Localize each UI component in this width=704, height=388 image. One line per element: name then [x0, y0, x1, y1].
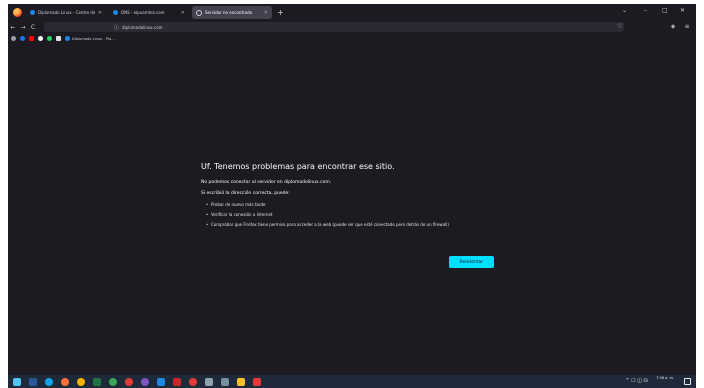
close-icon[interactable]: ✕ [264, 10, 268, 16]
maximize-button[interactable]: □ [662, 7, 668, 14]
menu-icon[interactable]: ≡ [682, 23, 692, 30]
error-description: No podemos conectar al servidor en diplo… [201, 180, 332, 185]
url-text[interactable]: diplomadolinux.com [122, 25, 163, 30]
tab-diplomado-linux[interactable]: Diplomado Linux - Centro de e... ✕ [26, 6, 106, 19]
close-icon[interactable]: ✕ [98, 10, 102, 16]
taskbar: ^ ☐ ◫ ☊ 7:36 a. m. [8, 375, 696, 388]
tab-strip: Diplomado Linux - Centro de e... ✕ DNS -… [8, 4, 696, 21]
error-intro: Si escribió la dirección correcta, puede… [201, 191, 290, 196]
chrome-icon[interactable] [77, 377, 85, 386]
system-tray-icons[interactable]: ^ ☐ ◫ ☊ [625, 378, 648, 384]
back-button[interactable]: ← [8, 24, 18, 31]
error-title: Uf. Tenemos problemas para encontrar ese… [201, 162, 395, 171]
app-icon[interactable] [173, 377, 181, 386]
clock-time: 7:36 a. m. [656, 376, 674, 380]
retry-button[interactable]: Reintentar [449, 256, 494, 268]
app-icon[interactable] [237, 377, 245, 386]
minimize-button[interactable]: – [644, 7, 647, 14]
error-page: Uf. Tenemos problemas para encontrar ese… [201, 162, 501, 268]
app-icon[interactable] [189, 377, 197, 386]
forward-button[interactable]: → [18, 24, 28, 31]
tab-title: Diplomado Linux - Centro de e... [38, 10, 95, 15]
app-icon[interactable] [29, 377, 37, 386]
facebook-icon[interactable] [20, 36, 25, 41]
list-item: Comprobar que Firefox tiene permiso para… [206, 222, 501, 227]
navigation-bar: ← → C ⓘ diplomadolinux.com ♡ ◈ ≡ [8, 21, 696, 34]
github-icon[interactable] [11, 36, 16, 41]
youtube-icon[interactable] [29, 36, 34, 41]
whatsapp-icon[interactable] [47, 36, 52, 41]
app-icon[interactable] [109, 377, 117, 386]
blue-dot-icon [30, 10, 35, 15]
suggestions-list: Probar de nuevo más tarde Verificar la c… [201, 202, 501, 227]
bookmarks-toolbar: Diplomado Linux - Pla... [8, 34, 696, 43]
app-icon[interactable] [125, 377, 133, 386]
blue-dot-icon [65, 36, 70, 41]
start-windows-icon[interactable] [13, 377, 21, 386]
app-icon[interactable] [221, 377, 229, 386]
mail-icon[interactable] [56, 36, 61, 41]
globe-icon [196, 9, 202, 16]
blue-dot-icon [113, 10, 118, 15]
app-icon[interactable] [157, 377, 165, 386]
close-window-button[interactable]: ✕ [680, 7, 685, 14]
pocket-icon[interactable]: ♡ [615, 23, 625, 30]
reload-button[interactable]: C [28, 24, 38, 31]
site-info-icon[interactable]: ⓘ [114, 24, 119, 31]
list-item: Verificar la conexión a Internet [206, 212, 501, 217]
firefox-icon[interactable] [61, 377, 69, 386]
close-icon[interactable]: ✕ [181, 10, 185, 16]
tab-title: DNS - elpuamtez.com [121, 10, 165, 15]
tab-dns[interactable]: DNS - elpuamtez.com ✕ [109, 6, 189, 19]
new-tab-button[interactable]: + [277, 8, 284, 17]
google-icon[interactable] [38, 36, 43, 41]
tab-title: Servidor no encontrado [205, 10, 253, 15]
url-bar[interactable]: ⓘ diplomadolinux.com [44, 22, 624, 32]
shield-icon[interactable]: ◈ [668, 23, 678, 30]
list-item: Probar de nuevo más tarde [206, 202, 501, 207]
app-icon[interactable] [205, 377, 213, 386]
edge-icon[interactable] [45, 377, 53, 386]
bookmark-diplomado-linux[interactable]: Diplomado Linux - Pla... [72, 37, 115, 41]
list-all-tabs-icon[interactable]: ⌄ [622, 7, 627, 14]
browser-window: Diplomado Linux - Centro de e... ✕ DNS -… [8, 4, 696, 388]
tab-servidor-no-encontrado[interactable]: Servidor no encontrado ✕ [192, 6, 272, 19]
notification-icon[interactable] [684, 378, 691, 385]
firefox-logo-icon[interactable] [13, 8, 22, 17]
app-icon[interactable] [253, 377, 261, 386]
app-icon[interactable] [141, 377, 149, 386]
clock[interactable]: 7:36 a. m. [656, 376, 674, 380]
excel-icon[interactable] [93, 377, 101, 386]
